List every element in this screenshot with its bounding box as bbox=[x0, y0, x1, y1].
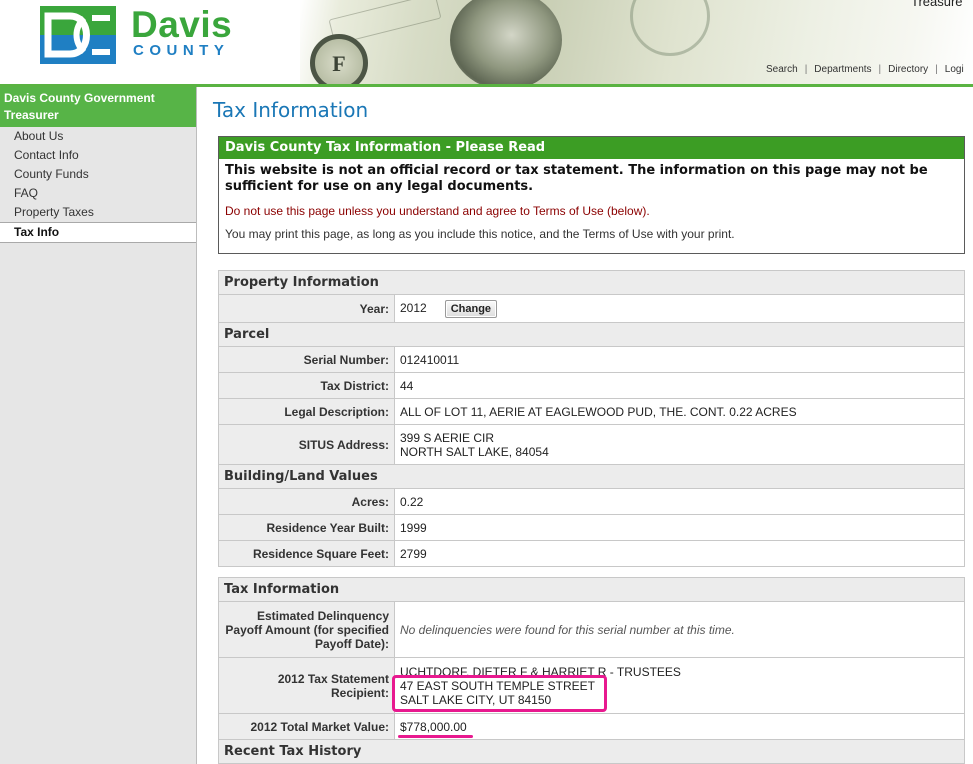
year-value: 2012 bbox=[400, 300, 427, 315]
square-feet-value: 2799 bbox=[394, 540, 965, 567]
situs-address-label: SITUS Address: bbox=[218, 424, 395, 465]
page-title: Tax Information bbox=[213, 98, 369, 122]
address-highlight-box bbox=[392, 675, 607, 712]
banner-portrait bbox=[450, 0, 562, 84]
table-row: Residence Square Feet: 2799 bbox=[218, 540, 965, 567]
table-row: Legal Description: ALL OF LOT 11, AERIE … bbox=[218, 398, 965, 425]
section-title: Parcel bbox=[224, 327, 270, 342]
logo-davis-text[interactable]: Davis bbox=[131, 4, 232, 46]
acres-value: 0.22 bbox=[394, 488, 965, 515]
tax-information-table: Tax Information Estimated Delinquency Pa… bbox=[218, 577, 965, 764]
building-section-header: Building/Land Values bbox=[218, 464, 965, 489]
property-section-header: Property Information bbox=[218, 270, 965, 295]
table-row: 2012 Total Market Value: $778,000.00 bbox=[218, 713, 965, 740]
legal-description-value: ALL OF LOT 11, AERIE AT EAGLEWOOD PUD, T… bbox=[394, 398, 965, 425]
serial-number-value: 012410011 bbox=[394, 346, 965, 373]
market-value-label: 2012 Total Market Value: bbox=[218, 713, 395, 740]
market-value-underline bbox=[398, 735, 473, 738]
tax-district-value: 44 bbox=[394, 372, 965, 399]
notice-disclaimer: This website is not an official record o… bbox=[225, 163, 928, 194]
sidebar-item-property-taxes[interactable]: Property Taxes bbox=[0, 203, 196, 222]
property-information-table: Property Information Year: 2012 Change Pa… bbox=[218, 270, 965, 567]
section-title: Tax Information bbox=[224, 582, 340, 597]
serial-number-label: Serial Number: bbox=[218, 346, 395, 373]
table-row: Year: 2012 Change bbox=[218, 294, 965, 323]
nav-separator: | bbox=[935, 64, 938, 75]
year-built-label: Residence Year Built: bbox=[218, 514, 395, 541]
table-row: Building/Land Values bbox=[218, 464, 965, 489]
sidebar-heading-government[interactable]: Davis County Government bbox=[4, 90, 192, 107]
seal-letter: F bbox=[332, 51, 346, 76]
table-row: Property Information bbox=[218, 270, 965, 295]
notice-box: Davis County Tax Information - Please Re… bbox=[218, 136, 965, 254]
sidebar: Davis County Government Treasurer About … bbox=[0, 87, 197, 764]
section-title: Building/Land Values bbox=[224, 469, 378, 484]
acres-label: Acres: bbox=[218, 488, 395, 515]
year-label: Year: bbox=[218, 294, 395, 323]
table-row: Residence Year Built: 1999 bbox=[218, 514, 965, 541]
nav-login-link[interactable]: Logi bbox=[945, 64, 964, 75]
parcel-section-header: Parcel bbox=[218, 322, 965, 347]
delinquency-value: No delinquencies were found for this ser… bbox=[394, 601, 965, 658]
year-built-value: 1999 bbox=[394, 514, 965, 541]
nav-departments-link[interactable]: Departments bbox=[814, 64, 871, 75]
table-row: Parcel bbox=[218, 322, 965, 347]
situs-address-cell: 399 S AERIE CIR NORTH SALT LAKE, 84054 bbox=[394, 424, 965, 465]
section-title: Recent Tax History bbox=[224, 744, 362, 759]
tax-history-section-header: Recent Tax History bbox=[218, 739, 965, 764]
table-row: Tax District: 44 bbox=[218, 372, 965, 399]
tax-section-header: Tax Information bbox=[218, 577, 965, 602]
change-year-button[interactable]: Change bbox=[444, 299, 498, 318]
notice-heading: Davis County Tax Information - Please Re… bbox=[219, 137, 964, 159]
notice-terms-warning: Do not use this page unless you understa… bbox=[225, 204, 650, 218]
sidebar-item-contact-info[interactable]: Contact Info bbox=[0, 146, 196, 165]
davis-county-logo-icon[interactable] bbox=[40, 6, 116, 64]
tax-district-label: Tax District: bbox=[218, 372, 395, 399]
top-navigation: Search | Departments | Directory | Logi bbox=[766, 64, 964, 75]
page: Davis COUNTY F Treasure Search | Departmen… bbox=[0, 0, 973, 764]
sidebar-heading-treasurer[interactable]: Treasurer bbox=[4, 107, 192, 124]
main-content: Tax Information Davis County Tax Informa… bbox=[197, 87, 973, 764]
nav-separator: | bbox=[804, 64, 808, 75]
table-row: Estimated Delinquency Payoff Amount (for… bbox=[218, 601, 965, 658]
situs-address-line2: NORTH SALT LAKE, 84054 bbox=[400, 444, 549, 459]
sidebar-item-tax-info[interactable]: Tax Info bbox=[0, 222, 196, 243]
table-row: SITUS Address: 399 S AERIE CIR NORTH SAL… bbox=[218, 424, 965, 465]
market-value: $778,000.00 bbox=[394, 713, 965, 740]
header-department-title: Treasure bbox=[911, 0, 963, 9]
sidebar-heading[interactable]: Davis County Government Treasurer bbox=[0, 87, 196, 127]
nav-separator: | bbox=[878, 64, 882, 75]
notice-print-permission: You may print this page, as long as you … bbox=[225, 227, 735, 241]
sidebar-item-county-funds[interactable]: County Funds bbox=[0, 165, 196, 184]
table-row: Serial Number: 012410011 bbox=[218, 346, 965, 373]
sidebar-item-about-us[interactable]: About Us bbox=[0, 127, 196, 146]
year-cell: 2012 Change bbox=[394, 294, 965, 323]
nav-search-link[interactable]: Search bbox=[766, 64, 798, 75]
delinquency-label: Estimated Delinquency Payoff Amount (for… bbox=[218, 601, 395, 658]
table-row: Acres: 0.22 bbox=[218, 488, 965, 515]
logo-county-text[interactable]: COUNTY bbox=[133, 42, 229, 59]
section-title: Property Information bbox=[224, 275, 379, 290]
nav-directory-link[interactable]: Directory bbox=[888, 64, 928, 75]
square-feet-label: Residence Square Feet: bbox=[218, 540, 395, 567]
table-row: Tax Information bbox=[218, 577, 965, 602]
banner-federal-seal: F bbox=[310, 34, 368, 84]
table-row: Recent Tax History bbox=[218, 739, 965, 764]
legal-description-label: Legal Description: bbox=[218, 398, 395, 425]
site-header: Davis COUNTY F Treasure Search | Departmen… bbox=[0, 0, 973, 87]
banner-seal-outline bbox=[630, 0, 710, 56]
situs-address-line1: 399 S AERIE CIR bbox=[400, 430, 495, 445]
statement-recipient-label: 2012 Tax Statement Recipient: bbox=[218, 657, 395, 714]
sidebar-item-faq[interactable]: FAQ bbox=[0, 184, 196, 203]
